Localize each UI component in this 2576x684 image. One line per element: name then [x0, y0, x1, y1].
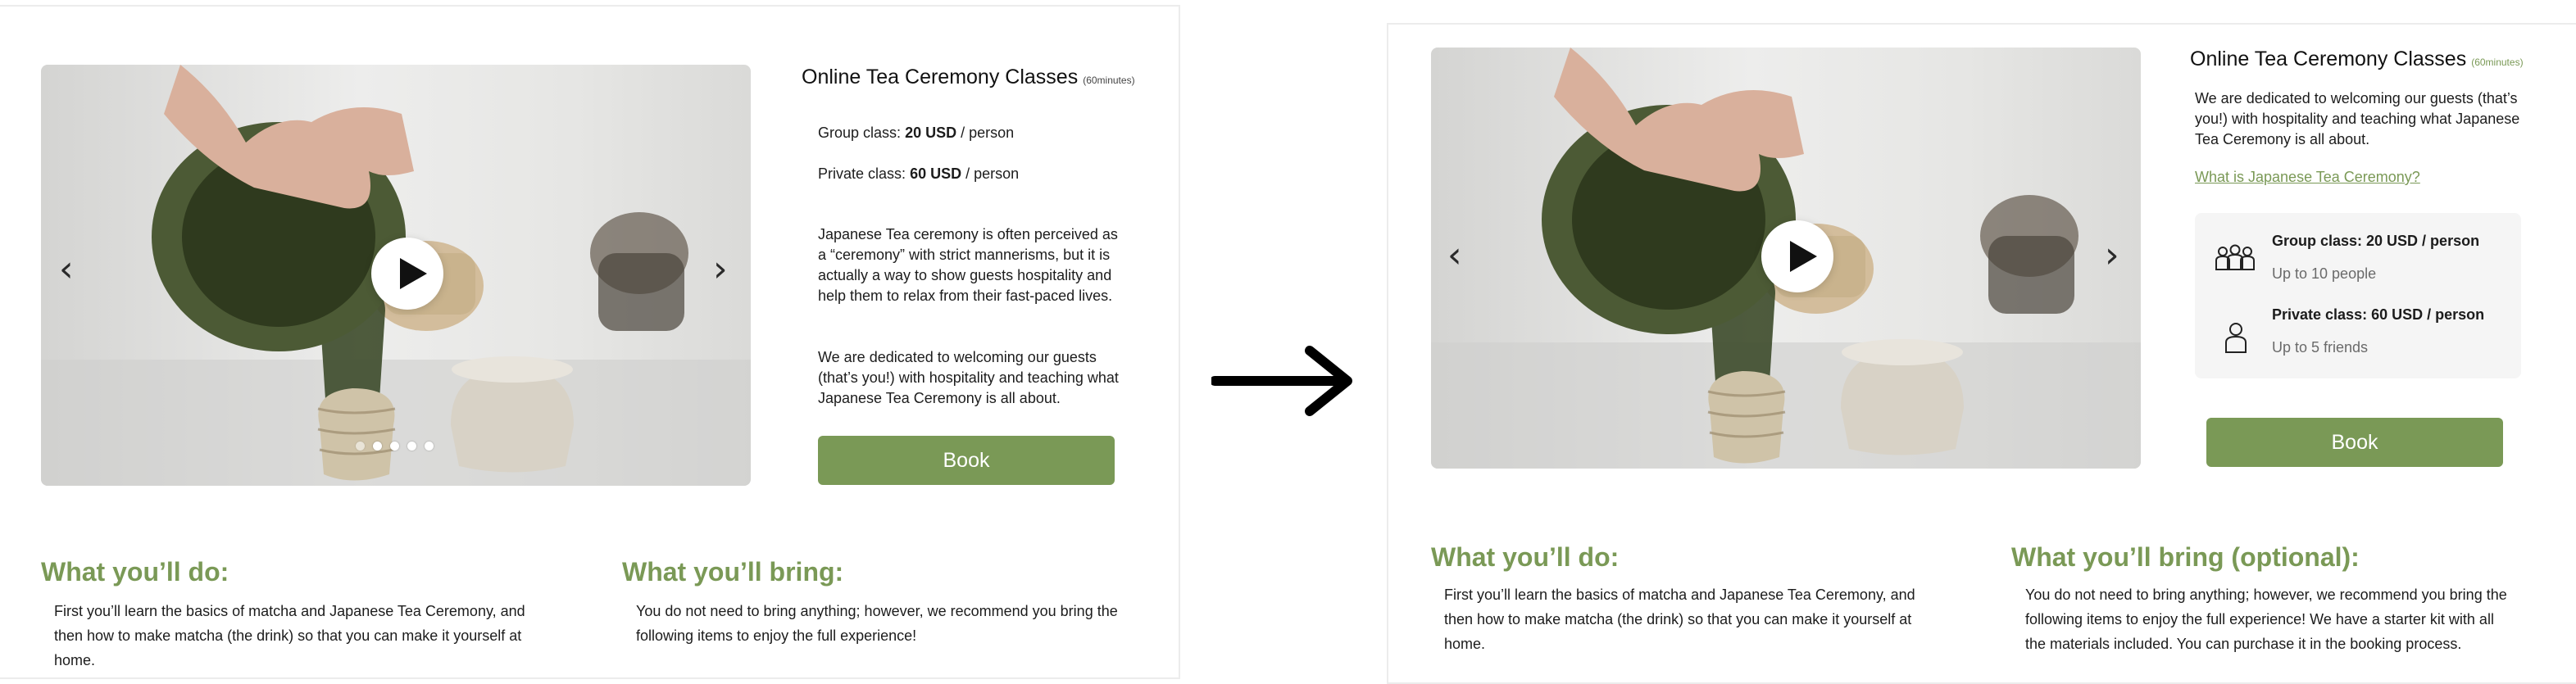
hero-carousel[interactable]: ‹ › — [1431, 48, 2141, 469]
group-price-unit: / person — [961, 125, 1015, 141]
group-price: Group class: 20 USD / person — [818, 125, 1014, 142]
carousel-dot[interactable] — [390, 442, 399, 451]
what-youll-bring-text: You do not need to bring anything; howev… — [2025, 587, 2507, 652]
chevron-left-icon[interactable]: ‹ — [59, 251, 74, 288]
what-youll-do-text: First you’ll learn the basics of matcha … — [1444, 587, 1915, 652]
group-class-capacity: Up to 10 people — [2272, 265, 2377, 282]
what-youll-do-heading: What you’ll do: — [41, 557, 229, 587]
carousel-dot[interactable] — [425, 442, 434, 451]
carousel-dots[interactable] — [356, 442, 434, 451]
carousel-dot[interactable] — [356, 442, 365, 451]
what-youll-bring-text: You do not need to bring anything; howev… — [636, 603, 1118, 644]
after-panel: ‹ › Online Tea Ceremony Classes (60minute… — [1387, 23, 2576, 684]
page-title: Online Tea Ceremony Classes (60minutes) — [2190, 48, 2524, 71]
group-price-label: Group class: — [818, 125, 902, 141]
pricing-options: Group class: 20 USD / person Up to 10 pe… — [2195, 213, 2521, 378]
carousel-dot[interactable] — [373, 442, 382, 451]
duration-label: (60minutes) — [1083, 75, 1135, 86]
private-price-label: Private class: — [818, 165, 906, 182]
right-arrow-icon — [1211, 346, 1352, 416]
private-price: Private class: 60 USD / person — [818, 165, 1019, 183]
what-youll-bring-heading: What you’ll bring (optional): — [2011, 542, 2360, 572]
what-youll-do-heading: What you’ll do: — [1431, 542, 1620, 572]
private-class-capacity: Up to 5 friends — [2272, 339, 2369, 356]
title-text: Online Tea Ceremony Classes — [802, 66, 1079, 88]
play-icon[interactable] — [1761, 220, 1833, 292]
chevron-left-icon[interactable]: ‹ — [1447, 238, 1462, 274]
private-price-value: 60 USD — [910, 165, 962, 182]
page-title: Online Tea Ceremony Classes (60minutes) — [802, 66, 1135, 89]
chevron-right-icon[interactable]: › — [713, 251, 728, 288]
what-youll-bring-heading: What you’ll bring: — [622, 557, 844, 587]
hero-carousel[interactable]: ‹ › — [41, 65, 751, 486]
description-paragraph: We are dedicated to welcoming our guests… — [818, 349, 1119, 406]
play-icon[interactable] — [371, 238, 443, 310]
group-class-title: Group class: 20 USD / person — [2272, 233, 2480, 249]
what-youll-do-text: First you’ll learn the basics of matcha … — [54, 603, 525, 668]
chevron-right-icon[interactable]: › — [2105, 238, 2119, 274]
carousel-dot[interactable] — [407, 442, 416, 451]
duration-label: (60minutes) — [2471, 57, 2524, 68]
description-paragraph: Japanese Tea ceremony is often perceived… — [818, 226, 1118, 304]
book-button[interactable]: Book — [818, 436, 1115, 485]
title-text: Online Tea Ceremony Classes — [2190, 48, 2467, 70]
book-button[interactable]: Book — [2206, 418, 2503, 467]
before-panel: ‹ › Online Tea Ceremony Classes (60minute… — [0, 5, 1180, 679]
person-icon — [2225, 323, 2247, 353]
private-class-title: Private class: 60 USD / person — [2272, 306, 2485, 323]
what-is-tea-ceremony-link[interactable]: What is Japanese Tea Ceremony? — [2195, 169, 2420, 186]
group-price-value: 20 USD — [905, 125, 957, 141]
description-paragraph: We are dedicated to welcoming our guests… — [2195, 90, 2520, 147]
private-price-unit: / person — [965, 165, 1020, 182]
group-people-icon — [2215, 244, 2255, 270]
